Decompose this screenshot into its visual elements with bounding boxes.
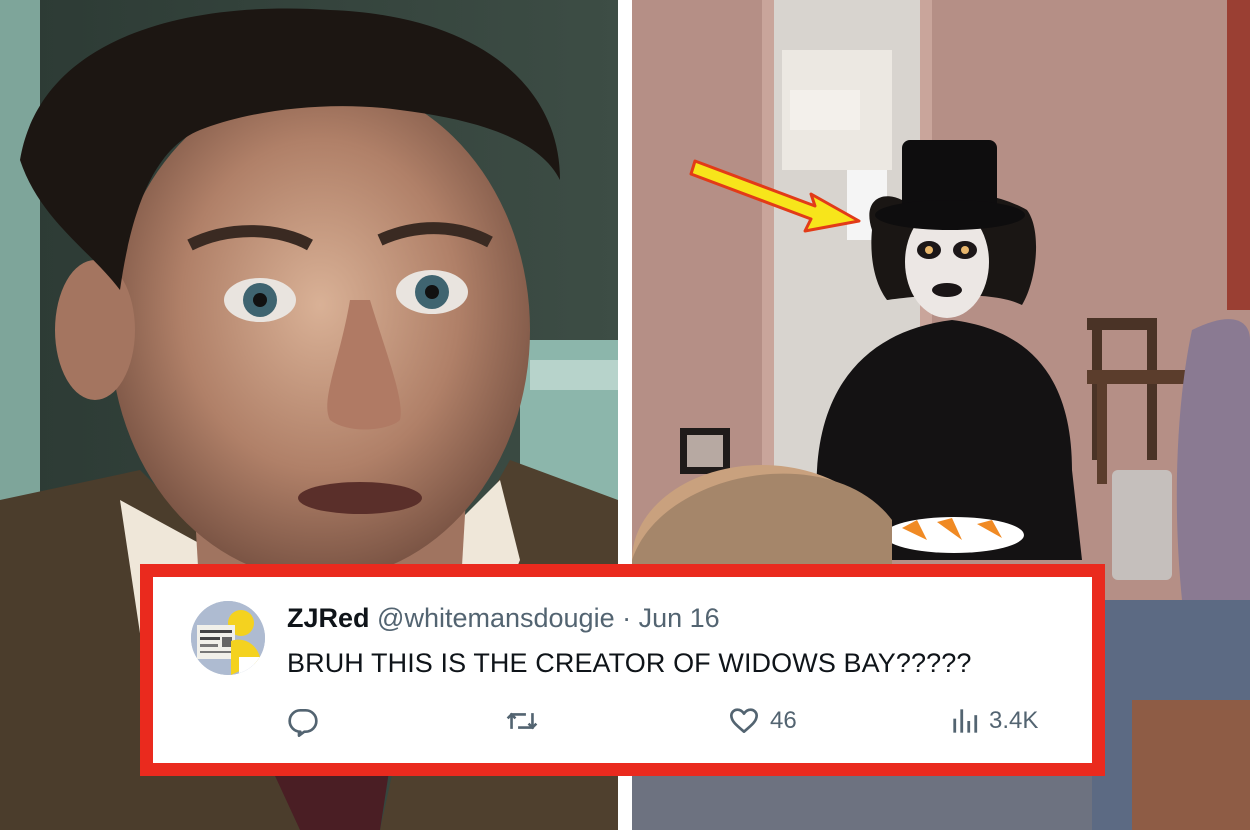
heart-icon — [730, 708, 758, 733]
user-handle[interactable]: @whitemansdougie — [377, 603, 615, 633]
views-count: 3.4K — [989, 707, 1039, 734]
tweet-card[interactable]: ZJRed @whitemansdougie · Jun 16 BRUH THI… — [140, 564, 1105, 776]
display-name[interactable]: ZJRed — [287, 603, 370, 633]
yellow-arrow-annotation — [689, 159, 861, 233]
retweet-button[interactable] — [505, 705, 539, 737]
tweet-header: ZJRed @whitemansdougie · Jun 16 — [287, 603, 720, 634]
like-button[interactable]: 46 — [728, 705, 797, 737]
reply-icon — [288, 709, 318, 737]
separator-dot: · — [622, 603, 632, 633]
tweet-text: BRUH THIS IS THE CREATOR OF WIDOWS BAY??… — [287, 648, 972, 678]
like-count: 46 — [770, 707, 797, 734]
tweet-date[interactable]: Jun 16 — [639, 603, 720, 633]
avatar[interactable] — [191, 601, 265, 675]
retweet-icon — [506, 712, 538, 730]
views-bar-chart-icon — [953, 709, 978, 733]
views-button[interactable]: 3.4K — [951, 705, 1038, 737]
reply-button[interactable] — [287, 705, 319, 737]
